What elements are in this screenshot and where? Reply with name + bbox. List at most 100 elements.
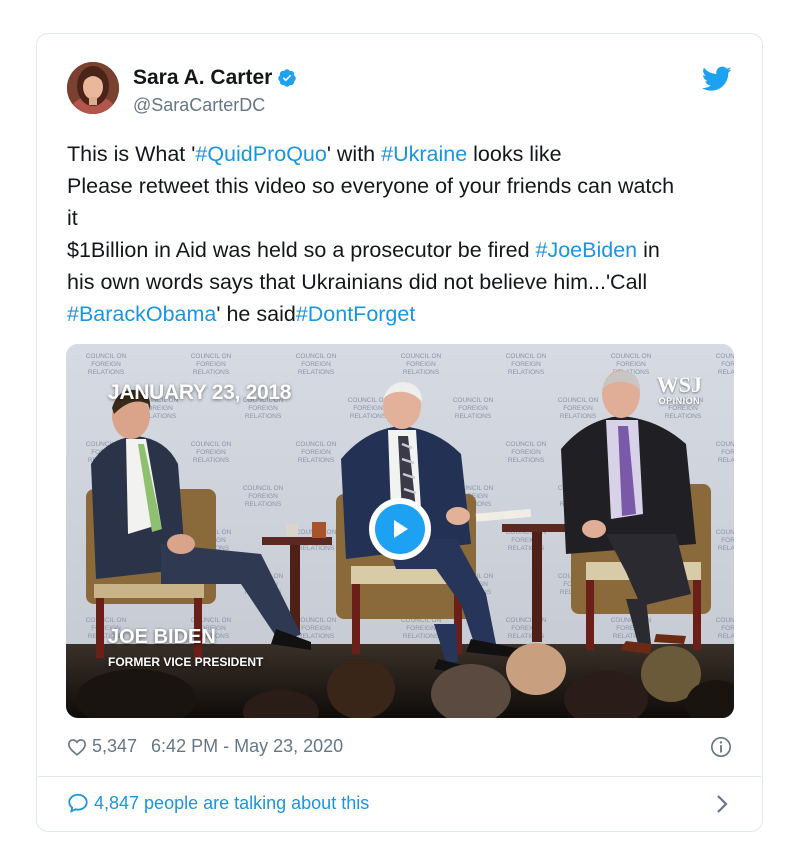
tweet-text-line: Please retweet this video so everyone of… xyxy=(67,170,737,202)
conversation-text[interactable]: 4,847 people are talking about this xyxy=(94,793,369,814)
backdrop-logo-text: RELATIONS xyxy=(298,545,335,552)
backdrop-logo-text: RELATIONS xyxy=(455,413,492,420)
backdrop-logo-text: COUNCIL ON xyxy=(716,441,734,448)
backdrop-logo-text: RELATIONS xyxy=(508,457,545,464)
backdrop-logo-text: FOREIGN xyxy=(248,405,278,412)
backdrop-logo-text: RELATIONS xyxy=(193,457,230,464)
backdrop-logo-text: FOREIGN xyxy=(616,361,646,368)
backdrop-logo-text: COUNCIL ON xyxy=(86,353,127,360)
backdrop-logo-text: FOREIGN xyxy=(248,493,278,500)
backdrop-logo-text: COUNCIL ON xyxy=(296,353,337,360)
tweet-text-segment: This is What ' xyxy=(67,142,196,166)
tweet-card: Sara A. Carter @SaraCarterDC This is Wha… xyxy=(36,33,763,832)
backdrop-logo-text: COUNCIL ON xyxy=(611,353,652,360)
hashtag-link[interactable]: #Ukraine xyxy=(381,142,467,166)
wsj-opinion-label: OPINION xyxy=(658,396,701,406)
tweet-text-segment: ' with xyxy=(326,142,382,166)
backdrop-logo-text: RELATIONS xyxy=(403,633,440,640)
backdrop-logo-text: RELATIONS xyxy=(718,633,734,640)
hashtag-link[interactable]: #QuidProQuo xyxy=(195,142,326,166)
tweet-text-segment: $1Billion in Aid was held so a prosecuto… xyxy=(67,238,536,262)
profile-photo-icon xyxy=(67,62,119,114)
play-button-inner xyxy=(375,504,425,554)
backdrop-logo-text: COUNCIL ON xyxy=(296,617,337,624)
tweet-text-line: $1Billion in Aid was held so a prosecuto… xyxy=(67,234,737,266)
backdrop-logo-text: COUNCIL ON xyxy=(558,397,599,404)
backdrop-logo-text: COUNCIL ON xyxy=(243,485,284,492)
avatar[interactable] xyxy=(67,62,119,114)
backdrop-logo-text: RELATIONS xyxy=(88,369,125,376)
verified-badge-icon xyxy=(278,69,297,87)
backdrop-logo-text: FOREIGN xyxy=(91,361,121,368)
backdrop-logo-text: FOREIGN xyxy=(721,625,734,632)
backdrop-logo-text: RELATIONS xyxy=(718,545,734,552)
tweet-text-segment: looks like xyxy=(467,142,562,166)
tweet-text-line: #BarackObama' he said#DontForget xyxy=(67,298,737,330)
backdrop-logo-text: COUNCIL ON xyxy=(86,617,127,624)
wsj-logo-text: WSJ xyxy=(656,372,702,397)
backdrop-logo-text: FOREIGN xyxy=(196,449,226,456)
backdrop-logo-text: RELATIONS xyxy=(193,369,230,376)
conversation-link[interactable]: 4,847 people are talking about this xyxy=(67,792,369,814)
tweet-text-segment: his own words says that Ukrainians did n… xyxy=(67,270,648,294)
play-button[interactable] xyxy=(369,498,431,560)
play-icon xyxy=(394,520,408,538)
tweet-text-segment: it xyxy=(67,206,78,230)
backdrop-logo-text: RELATIONS xyxy=(298,369,335,376)
wsj-logo: WSJ OPINION xyxy=(656,372,702,407)
tweet-text-segment: in xyxy=(637,238,660,262)
card-divider xyxy=(38,776,761,777)
hashtag-link[interactable]: #DontForget xyxy=(296,302,416,326)
backdrop-logo-text: FOREIGN xyxy=(721,449,734,456)
author-name-row[interactable]: Sara A. Carter xyxy=(133,66,297,90)
tweet-meta: 5,347 6:42 PM - May 23, 2020 xyxy=(67,736,343,757)
tweet-text-segment: Please retweet this video so everyone of… xyxy=(67,174,675,198)
backdrop-logo-text: COUNCIL ON xyxy=(296,441,337,448)
backdrop-logo-text: RELATIONS xyxy=(718,457,734,464)
backdrop-logo-text: RELATIONS xyxy=(718,369,734,376)
backdrop-logo-text: FOREIGN xyxy=(563,405,593,412)
speaker-name-overlay: JOE BIDEN xyxy=(108,626,216,648)
speaker-title-overlay: FORMER VICE PRESIDENT xyxy=(108,655,264,669)
backdrop-logo-text: FOREIGN xyxy=(668,405,698,412)
backdrop-logo-text: COUNCIL ON xyxy=(506,353,547,360)
backdrop-logo-text: FOREIGN xyxy=(721,537,734,544)
author-display-name[interactable]: Sara A. Carter xyxy=(133,66,272,90)
tweet-text-line: This is What '#QuidProQuo' with #Ukraine… xyxy=(67,138,737,170)
backdrop-logo-text: FOREIGN xyxy=(301,361,331,368)
backdrop-logo-text: COUNCIL ON xyxy=(716,353,734,360)
backdrop-logo-text: FOREIGN xyxy=(511,361,541,368)
tweet-timestamp[interactable]: 6:42 PM - May 23, 2020 xyxy=(151,736,343,757)
heart-icon[interactable] xyxy=(67,738,87,756)
twitter-bird-icon[interactable] xyxy=(702,66,732,92)
hashtag-link[interactable]: #BarackObama xyxy=(67,302,216,326)
backdrop-logo-text: COUNCIL ON xyxy=(506,441,547,448)
like-count[interactable]: 5,347 xyxy=(92,736,137,757)
backdrop-logo-text: RELATIONS xyxy=(245,501,282,508)
tweet-text-segment: ' he said xyxy=(216,302,296,326)
info-icon[interactable] xyxy=(710,736,732,758)
backdrop-logo-text: FOREIGN xyxy=(196,361,226,368)
backdrop-logo-text: FOREIGN xyxy=(353,405,383,412)
backdrop-logo-text: FOREIGN xyxy=(458,405,488,412)
backdrop-logo-text: COUNCIL ON xyxy=(348,397,389,404)
backdrop-logo-text: RELATIONS xyxy=(298,457,335,464)
chevron-right-icon[interactable] xyxy=(716,794,728,814)
tweet-text-line: his own words says that Ukrainians did n… xyxy=(67,266,737,298)
backdrop-logo-text: COUNCIL ON xyxy=(453,397,494,404)
hashtag-link[interactable]: #JoeBiden xyxy=(536,238,638,262)
backdrop-logo-text: FOREIGN xyxy=(406,361,436,368)
author-handle[interactable]: @SaraCarterDC xyxy=(133,95,265,116)
backdrop-logo-text: FOREIGN xyxy=(406,625,436,632)
video-media[interactable]: COUNCIL ON FOREIGN RELATIONS COUNCIL ON FORE… xyxy=(66,344,734,718)
backdrop-logo-text: RELATIONS xyxy=(508,369,545,376)
tweet-text-line: it xyxy=(67,202,737,234)
backdrop-logo-text: RELATIONS xyxy=(665,413,702,420)
backdrop-logo-text: FOREIGN xyxy=(301,625,331,632)
backdrop-logo-text: FOREIGN xyxy=(511,449,541,456)
backdrop-logo-text: COUNCIL ON xyxy=(716,617,734,624)
backdrop-logo-text: COUNCIL ON xyxy=(191,441,232,448)
backdrop-logo-text: RELATIONS xyxy=(245,413,282,420)
backdrop-logo-text: COUNCIL ON xyxy=(191,353,232,360)
tweet-text: This is What '#QuidProQuo' with #Ukraine… xyxy=(67,138,737,330)
